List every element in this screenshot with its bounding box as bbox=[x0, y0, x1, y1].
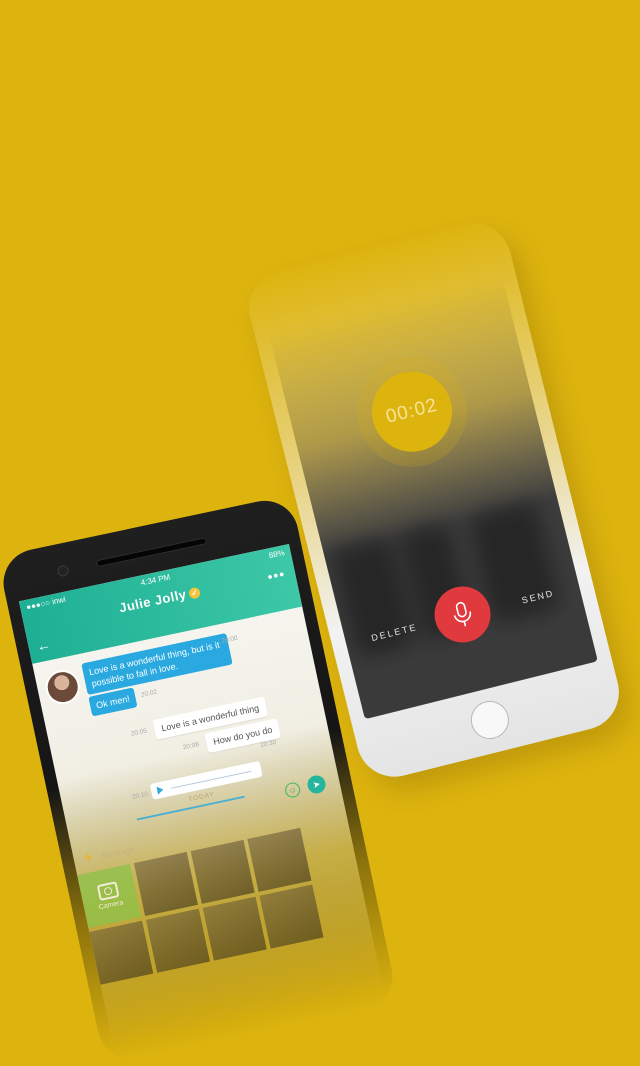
camera-label: Camera bbox=[98, 899, 125, 912]
avatar[interactable] bbox=[42, 666, 83, 708]
message-time: 20:05 bbox=[130, 727, 148, 738]
camera-icon bbox=[96, 881, 120, 902]
play-icon[interactable] bbox=[156, 785, 165, 795]
gallery-photo[interactable] bbox=[202, 896, 267, 961]
microphone-icon bbox=[453, 601, 472, 627]
message-time: 20:08 bbox=[182, 741, 200, 752]
gallery-photo[interactable] bbox=[133, 851, 198, 916]
audio-sent-time: 20:10 bbox=[131, 790, 149, 801]
gallery-photo[interactable] bbox=[259, 884, 324, 949]
back-arrow-icon[interactable]: ← bbox=[35, 636, 52, 655]
plus-icon[interactable]: + bbox=[82, 849, 95, 869]
camera-tile[interactable]: Camera bbox=[77, 863, 142, 929]
emoji-icon[interactable]: ☺ bbox=[283, 781, 302, 799]
message-input[interactable]: Message bbox=[101, 845, 135, 861]
contact-name-label: Julie Jolly bbox=[117, 586, 188, 616]
message-time: 20:02 bbox=[140, 688, 158, 699]
gallery-photo[interactable] bbox=[145, 908, 210, 973]
battery-status: 88% bbox=[267, 548, 286, 561]
gallery-photo[interactable] bbox=[247, 827, 312, 892]
verified-badge-icon: ✓ bbox=[188, 586, 202, 600]
more-options-icon[interactable]: ••• bbox=[266, 566, 287, 585]
gallery-photo[interactable] bbox=[190, 839, 255, 904]
gallery-photo[interactable] bbox=[89, 920, 154, 985]
